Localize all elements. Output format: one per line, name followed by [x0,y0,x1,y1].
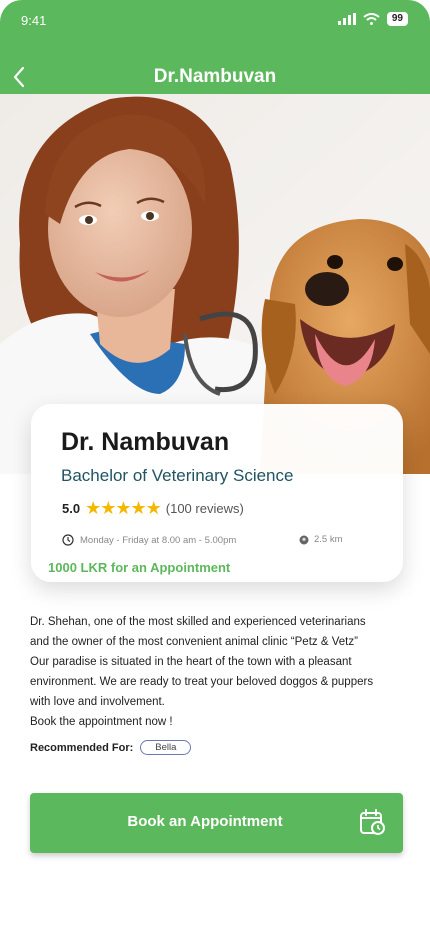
pet-tag[interactable]: Bella [140,740,192,755]
working-hours: Monday - Friday at 8.00 am - 5.00pm [62,534,236,546]
doctor-degree: Bachelor of Veterinary Science [61,466,294,485]
distance: 2.5 km [299,534,343,545]
distance-text: 2.5 km [314,534,343,545]
doctor-info-card: Dr. Nambuvan Bachelor of Veterinary Scie… [31,404,403,582]
battery-indicator: 99 [386,12,408,26]
recommended-label: Recommended For: [30,741,134,754]
page-title: Dr.Nambuvan [153,66,277,87]
review-count[interactable]: (100 reviews) [166,501,244,516]
description-line: Dr. Shehan, one of the most skilled and … [30,616,366,628]
location-icon [299,535,309,544]
wifi-icon [363,13,380,25]
book-appointment-label: Book an Appointment [127,813,283,830]
description-line: environment. We are ready to treat your … [30,676,374,688]
description-line: Book the appointment now ! [30,716,173,728]
doctor-description: Dr. Shehan, one of the most skilled and … [30,612,402,732]
hours-text: Monday - Friday at 8.00 am - 5.00pm [80,534,237,546]
doctor-name: Dr. Nambuvan [61,428,230,456]
recommended-for: Recommended For: Bella [30,740,192,755]
appointment-price: 1000 LKR for an Appointment [48,560,231,575]
description-line: and the owner of the most convenient ani… [30,636,358,648]
status-icons: 99 [337,12,408,26]
calendar-icon [360,809,385,835]
description-line: with love and involvement. [30,696,165,708]
app-header: 9:41 99 Dr.Nambuvan [0,0,430,94]
status-time: 9:41 [21,13,47,28]
book-appointment-button[interactable]: Book an Appointment [30,793,403,853]
description-line: Our paradise is situated in the heart of… [30,656,352,668]
rating-row: 5.0 ★★★★★ (100 reviews) [62,498,244,519]
rating-value: 5.0 [62,501,81,516]
signal-icon [337,13,356,25]
star-rating-icon: ★★★★★ [85,498,162,518]
clock-icon [62,534,74,546]
